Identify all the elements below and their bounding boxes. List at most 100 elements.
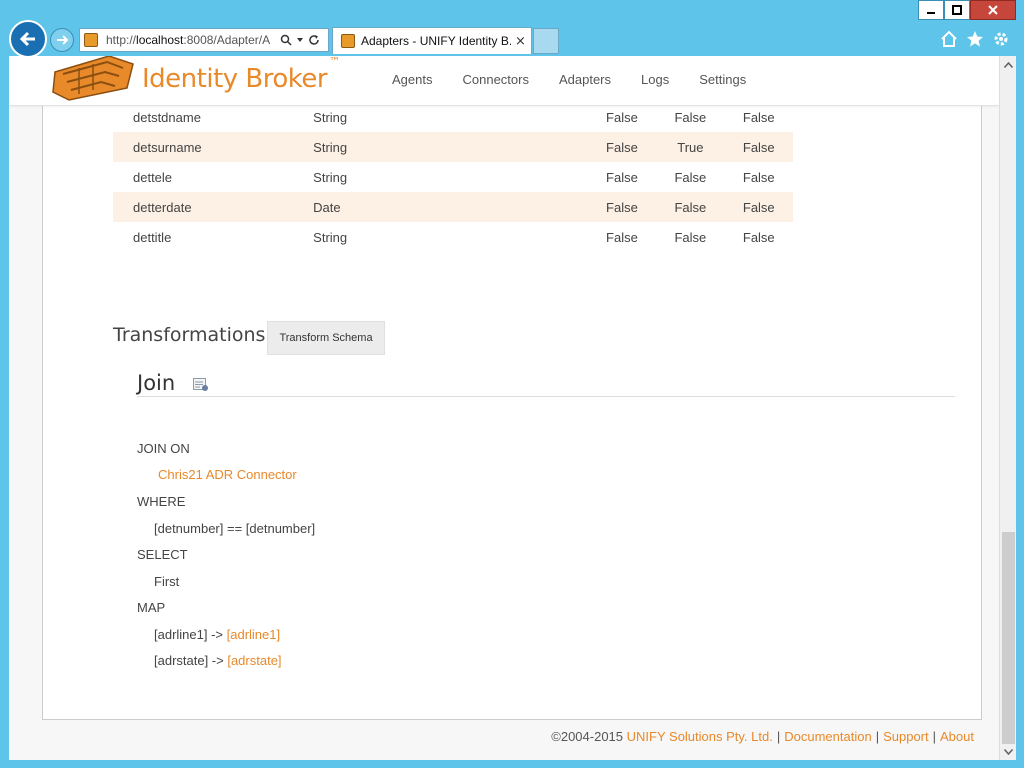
toolbar-icons [940,30,1010,48]
home-icon[interactable] [940,30,958,48]
map-label: MAP [137,600,166,615]
table-row: detstdname String False False False [113,102,793,132]
map-row: [adrstate] -> [adrstate] [154,653,282,668]
gear-icon[interactable] [992,30,1010,48]
support-link[interactable]: Support [883,729,929,744]
back-button[interactable] [9,20,47,58]
url-rest: :8008/Adapter/A [183,33,271,47]
close-icon [988,5,998,15]
forward-button[interactable] [50,28,74,52]
select-label: SELECT [137,547,188,562]
scrollbar-thumb[interactable] [1002,532,1015,744]
address-tools [280,34,320,46]
column-name-cell: dettitle [133,229,172,245]
about-link[interactable]: About [940,729,974,744]
new-tab-button[interactable] [533,28,559,54]
nav-adapters[interactable]: Adapters [559,72,611,87]
documentation-link[interactable]: Documentation [784,729,871,744]
where-label: WHERE [137,494,186,509]
join-title: Join [137,371,176,395]
browser-tab[interactable]: Adapters - UNIFY Identity B... × [332,27,532,54]
vertical-scrollbar[interactable] [999,56,1016,760]
window-controls [918,0,1016,20]
content-card: detpresurnStringFalseFalseFalsedetsexStr… [42,56,982,720]
flag1-cell: False [606,109,638,125]
flag1-cell: False [606,139,638,155]
address-url: http://localhost:8008/Adapter/A [106,33,276,47]
join-on-label: JOIN ON [137,441,190,456]
tab-favicon-icon [341,34,355,48]
star-icon[interactable] [966,30,984,48]
select-value: First [154,574,180,589]
tab-close-button[interactable]: × [515,34,526,49]
minimize-button[interactable] [918,0,944,20]
maximize-button[interactable] [944,0,970,20]
flag3-cell: False [742,229,775,245]
column-name-cell: detstdname [133,109,201,125]
table-row: dettitle String False False False [113,222,793,252]
scroll-up-button[interactable] [1000,56,1016,73]
address-bar[interactable]: http://localhost:8008/Adapter/A [79,28,329,52]
column-type-cell: String [313,169,348,185]
flag2-cell: False [674,109,707,125]
flag1-cell: False [606,169,638,185]
minimize-icon [927,12,935,14]
map-target-link[interactable]: [adrstate] [227,653,281,668]
arrow-right-icon [57,35,69,45]
nav-agents[interactable]: Agents [392,72,432,87]
refresh-icon[interactable] [308,34,320,46]
nav-settings[interactable]: Settings [699,72,746,87]
column-type-cell: Date [313,199,341,215]
logo-text[interactable]: Identity Broker™ [142,56,340,94]
trademark-mark: ™ [329,56,340,69]
flag1-cell: False [606,199,638,215]
flag1-cell: False [606,229,638,245]
table-row: detterdate Date False False False [113,192,793,222]
table-row: dettele String False False False [113,162,793,192]
join-connector-link[interactable]: Chris21 ADR Connector [158,467,297,482]
flag3-cell: False [742,169,775,185]
copyright-text: ©2004-2015 [551,729,624,744]
close-window-button[interactable] [970,0,1016,20]
company-link[interactable]: UNIFY Solutions Pty. Ltd. [627,729,773,744]
page-footer: ©2004-2015 UNIFY Solutions Pty. Ltd. | Doc… [551,729,974,744]
nav-logs[interactable]: Logs [641,72,669,87]
chevron-down-icon [1004,748,1013,755]
transform-schema-button[interactable]: Transform Schema [267,321,385,355]
tab-title: Adapters - UNIFY Identity B... [361,34,511,48]
flag2-cell: True [677,139,704,155]
flag3-cell: False [742,139,775,155]
page-viewport: detpresurnStringFalseFalseFalsedetsexStr… [9,56,1016,760]
column-name-cell: detterdate [133,199,192,215]
search-icon[interactable] [280,34,292,46]
map-target-link[interactable]: [adrline1] [227,627,280,642]
scroll-down-button[interactable] [1000,743,1016,760]
column-name-cell: detsurname [133,139,202,155]
edit-join-icon[interactable] [193,378,209,392]
footer-separator: | [776,729,781,744]
url-prefix: http:// [106,33,137,47]
map-row: [adrline1] -> [adrline1] [154,627,280,642]
transformations-title: Transformations [113,324,266,346]
map-source: [adrstate] -> [154,653,228,668]
nav-connectors[interactable]: Connectors [462,72,528,87]
where-expression: [detnumber] == [detnumber] [154,521,316,536]
flag3-cell: False [742,199,775,215]
arrow-left-icon [19,31,35,47]
footer-separator: | [932,729,937,744]
main-nav: Agents Connectors Adapters Logs Settings [392,72,776,87]
url-host: localhost [136,33,184,47]
flag2-cell: False [674,199,707,215]
column-type-cell: String [313,109,348,125]
logo-title: Identity Broker [142,64,328,94]
footer-separator: | [875,729,880,744]
column-name-cell: dettele [133,169,173,185]
flag2-cell: False [674,169,707,185]
column-type-cell: String [313,229,348,245]
chevron-down-icon[interactable] [296,36,304,44]
site-header: Identity Broker™ Agents Connectors Adapt… [9,56,999,106]
table-row: detsurname String False True False [113,132,793,162]
identity-broker-logo-icon[interactable] [49,56,135,102]
chevron-up-icon [1004,61,1013,68]
flag2-cell: False [674,229,707,245]
